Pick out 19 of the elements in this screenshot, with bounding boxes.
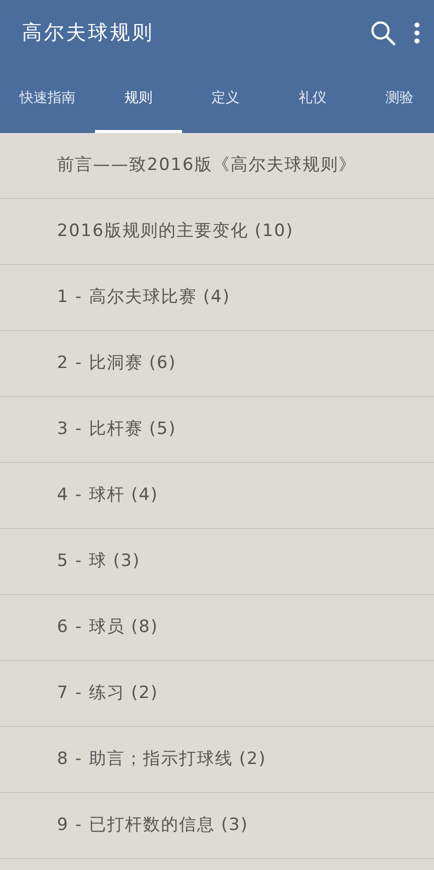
- list-item[interactable]: 4 - 球杆 (4): [0, 463, 434, 529]
- more-icon[interactable]: [414, 22, 420, 44]
- list-item[interactable]: 7 - 练习 (2): [0, 661, 434, 727]
- list-item[interactable]: 3 - 比杆赛 (5): [0, 397, 434, 463]
- list-item[interactable]: 9 - 已打杆数的信息 (3): [0, 793, 434, 859]
- list-item[interactable]: 5 - 球 (3): [0, 529, 434, 595]
- list-item[interactable]: 6 - 球员 (8): [0, 595, 434, 661]
- list-item[interactable]: 2 - 比洞赛 (6): [0, 331, 434, 397]
- list-item[interactable]: 2016版规则的主要变化 (10): [0, 199, 434, 265]
- tab[interactable]: 规则: [95, 65, 182, 133]
- tab[interactable]: 定义: [182, 65, 269, 133]
- tab[interactable]: 快速指南: [0, 65, 95, 133]
- tab[interactable]: 测验: [356, 65, 434, 133]
- search-icon[interactable]: [370, 20, 396, 46]
- list-item[interactable]: 1 - 高尔夫球比赛 (4): [0, 265, 434, 331]
- list-item[interactable]: 前言——致2016版《高尔夫球规则》: [0, 133, 434, 199]
- app-title: 高尔夫球规则: [22, 19, 155, 46]
- list-item[interactable]: 8 - 助言；指示打球线 (2): [0, 727, 434, 793]
- tab[interactable]: 礼仪: [269, 65, 356, 133]
